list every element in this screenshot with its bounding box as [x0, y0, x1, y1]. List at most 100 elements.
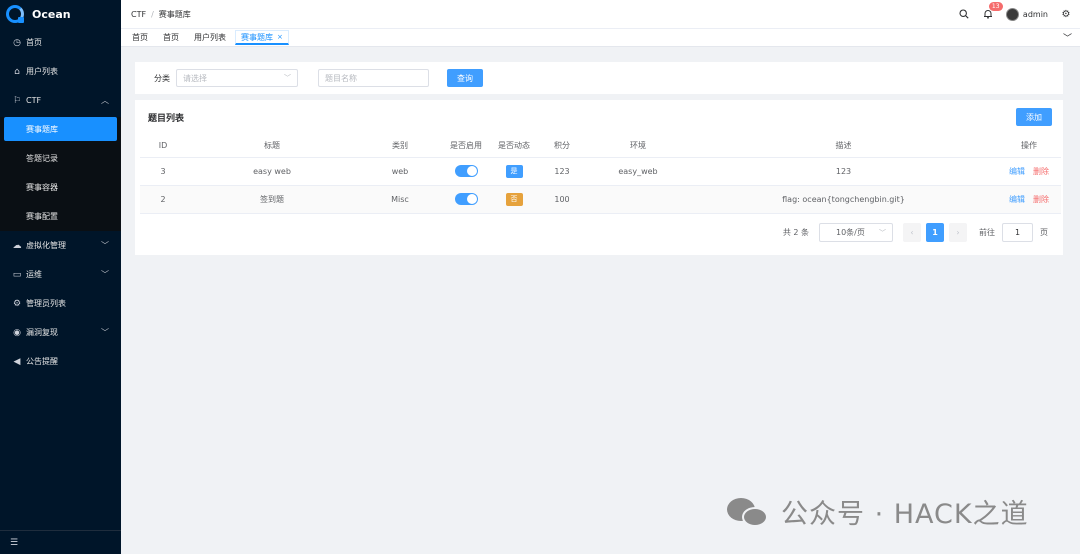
- cell-enabled: [442, 185, 490, 214]
- chevron-right-icon: ›: [956, 228, 960, 237]
- header-actions: 13 admin ⚙: [958, 2, 1080, 21]
- enabled-switch[interactable]: [454, 165, 478, 177]
- column-header-id: ID: [140, 135, 186, 158]
- avatar[interactable]: [1005, 7, 1019, 21]
- table-header-row: ID 标题 类别 是否启用 是否动态 积分 环境 描述 操作: [140, 135, 1061, 158]
- edit-link[interactable]: 编辑: [1009, 167, 1025, 176]
- settings-gear-icon[interactable]: ⚙: [1060, 8, 1072, 20]
- breadcrumb-item[interactable]: CTF: [131, 10, 146, 19]
- cell-env: [586, 185, 690, 214]
- next-page-button[interactable]: ›: [949, 223, 967, 242]
- cell-category: web: [358, 157, 442, 186]
- cloud-icon: ☁: [12, 240, 22, 251]
- search-form: 分类 请选择 ﹀ 题目名称 查询: [135, 62, 1063, 94]
- page-suffix: 页: [1040, 228, 1048, 237]
- sidebar-item-virtualization[interactable]: ☁ 虚拟化管理 ﹀: [0, 231, 121, 260]
- gear-icon: ⚙: [12, 298, 22, 309]
- sidebar-subitem-answer-records[interactable]: 答题记录: [0, 144, 121, 173]
- collapse-sidebar-button[interactable]: ☰: [0, 530, 121, 554]
- chevron-down-icon: ﹀: [101, 270, 109, 279]
- monitor-icon: ▭: [12, 269, 22, 280]
- column-header-title: 标题: [186, 135, 358, 158]
- query-button[interactable]: 查询: [447, 69, 483, 87]
- chevron-left-icon: ‹: [910, 228, 914, 237]
- cell-dynamic: 是: [490, 157, 538, 186]
- total-count: 共 2 条: [782, 228, 809, 237]
- column-header-dynamic: 是否动态: [490, 135, 538, 158]
- bell-icon[interactable]: 13: [982, 2, 1003, 20]
- sidebar-item-vuln[interactable]: ◉ 漏洞复现 ﹀: [0, 318, 121, 347]
- chevron-down-icon[interactable]: ﹀: [1063, 31, 1072, 44]
- bug-icon: ◉: [13, 327, 21, 338]
- edit-link[interactable]: 编辑: [1009, 195, 1025, 204]
- search-icon[interactable]: [958, 8, 970, 20]
- enabled-switch[interactable]: [454, 193, 478, 205]
- sidebar-item-label: 漏洞复现: [26, 328, 58, 337]
- tag-challenge-bank[interactable]: 赛事题库 ×: [235, 30, 289, 45]
- megaphone-icon: ◀: [13, 356, 21, 367]
- delete-link[interactable]: 删除: [1033, 195, 1049, 204]
- home-icon: ⌂: [14, 66, 20, 77]
- column-header-score: 积分: [538, 135, 586, 158]
- column-header-env: 环境: [586, 135, 690, 158]
- cell-id: 2: [140, 185, 186, 214]
- chevron-down-icon: ﹀: [879, 228, 886, 237]
- delete-link[interactable]: 删除: [1033, 167, 1049, 176]
- page-number[interactable]: 1: [926, 223, 944, 242]
- cell-title: 签到题: [186, 185, 358, 214]
- logo[interactable]: Ocean: [0, 0, 121, 28]
- challenge-name-input[interactable]: 题目名称: [318, 69, 429, 87]
- sidebar-item-admins[interactable]: ⚙ 管理员列表: [0, 289, 121, 318]
- cell-id: 3: [140, 157, 186, 186]
- cell-category: Misc: [358, 185, 442, 214]
- logo-text: Ocean: [32, 7, 71, 21]
- cell-actions: 编辑 删除: [997, 157, 1061, 186]
- sidebar-item-users[interactable]: ⌂ 用户列表: [0, 57, 121, 86]
- prev-page-button[interactable]: ‹: [903, 223, 921, 242]
- username[interactable]: admin: [1023, 10, 1048, 19]
- cell-dynamic: 否: [490, 185, 538, 214]
- column-header-desc: 描述: [690, 135, 997, 158]
- table-row: 2 签到题 Misc 否 100 flag: ocean{tongchengbi…: [140, 185, 1061, 214]
- category-placeholder: 请选择: [183, 73, 207, 83]
- sidebar-item-label: CTF: [26, 96, 42, 105]
- breadcrumb-item: 赛事题库: [158, 9, 191, 19]
- breadcrumb: CTF / 赛事题库: [121, 9, 191, 20]
- sidebar-subitem-challenge-bank[interactable]: 赛事题库: [4, 117, 117, 141]
- category-select[interactable]: 请选择 ﹀: [176, 69, 298, 87]
- cell-enabled: [442, 157, 490, 186]
- sidebar-item-ops[interactable]: ▭ 运维 ﹀: [0, 260, 121, 289]
- page-size-select[interactable]: 10条/页 ﹀: [819, 223, 893, 242]
- sidebar-subitem-config[interactable]: 赛事配置: [0, 202, 121, 231]
- column-header-actions: 操作: [997, 135, 1061, 158]
- ctf-submenu: 赛事题库 答题记录 赛事容器 赛事配置: [0, 117, 121, 231]
- tag-home[interactable]: 首页: [126, 30, 154, 45]
- close-icon[interactable]: ×: [277, 33, 283, 41]
- notification-badge: 13: [988, 2, 1003, 11]
- tag-users[interactable]: 用户列表: [188, 30, 232, 45]
- breadcrumb-separator: /: [151, 9, 154, 19]
- sidebar-item-label: 用户列表: [26, 67, 58, 76]
- cell-actions: 编辑 删除: [997, 185, 1061, 214]
- sidebar: Ocean ◷ 首页 ⌂ 用户列表 ⚐ CTF ︿ 赛事题库 答题记录 赛事容器…: [0, 0, 121, 554]
- wechat-icon: [727, 496, 771, 528]
- chevron-down-icon: ﹀: [101, 328, 109, 337]
- sidebar-item-notice[interactable]: ◀ 公告提醒: [0, 347, 121, 376]
- flag-icon: ⚐: [12, 95, 22, 106]
- sidebar-item-ctf[interactable]: ⚐ CTF ︿: [0, 86, 121, 115]
- cell-title: easy web: [186, 157, 358, 186]
- chevron-up-icon: ︿: [101, 96, 109, 105]
- watermark: 公众号 · HACK之道: [727, 492, 1029, 531]
- page-size-value: 10条/页: [836, 228, 865, 237]
- collapse-icon: ☰: [10, 537, 19, 548]
- challenge-list-card: 题目列表 添加 ID 标题 类别 是否启用 是否动态 积分 环境 描述 操作 3…: [135, 100, 1063, 255]
- add-button[interactable]: 添加: [1016, 108, 1052, 126]
- sidebar-item-label: 运维: [26, 270, 42, 279]
- top-header: CTF / 赛事题库 13 admin ⚙: [121, 0, 1080, 29]
- sidebar-item-label: 管理员列表: [26, 299, 66, 308]
- goto-page-input[interactable]: 1: [1002, 223, 1033, 242]
- cell-desc: flag: ocean{tongchengbin.git}: [690, 185, 997, 214]
- tag-home-2[interactable]: 首页: [157, 30, 185, 45]
- sidebar-subitem-containers[interactable]: 赛事容器: [0, 173, 121, 202]
- sidebar-item-home[interactable]: ◷ 首页: [0, 28, 121, 57]
